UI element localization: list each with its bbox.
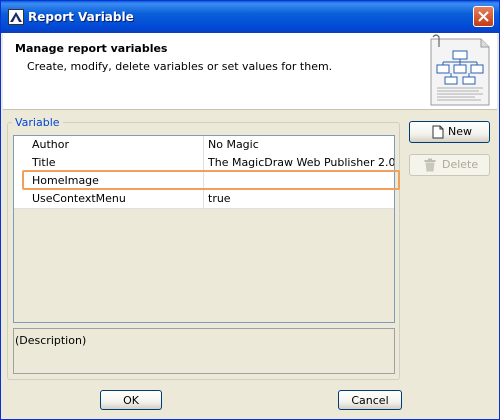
window-title: Report Variable <box>28 10 134 24</box>
variable-table[interactable]: Author No Magic Title The MagicDraw Web … <box>13 135 395 323</box>
title-bar[interactable]: Report Variable <box>1 1 499 33</box>
close-icon <box>478 11 489 22</box>
cancel-button[interactable]: Cancel <box>338 390 402 410</box>
app-icon <box>8 9 24 25</box>
description-panel: (Description) <box>13 328 395 374</box>
header-panel: Manage report variables Create, modify, … <box>3 33 497 110</box>
description-text: (Description) <box>15 334 87 347</box>
variable-name-cell[interactable]: Author <box>14 136 204 154</box>
header-description: Create, modify, delete variables or set … <box>27 60 333 73</box>
ok-button-label: OK <box>123 394 139 407</box>
variable-value-cell[interactable]: No Magic <box>205 136 394 154</box>
variable-value-cell[interactable]: true <box>205 190 394 208</box>
variable-group-label: Variable <box>12 116 63 129</box>
delete-button-label: Delete <box>442 158 479 171</box>
new-button[interactable]: New <box>409 121 490 143</box>
trash-icon <box>424 158 436 172</box>
new-document-icon <box>432 125 444 139</box>
report-variable-dialog: Report Variable Manage report variables … <box>0 0 500 420</box>
header-title: Manage report variables <box>15 42 168 55</box>
selected-row-highlight <box>22 170 400 190</box>
report-document-icon <box>430 34 490 106</box>
variable-name-cell[interactable]: UseContextMenu <box>14 190 204 208</box>
new-button-label: New <box>448 125 472 138</box>
delete-button[interactable]: Delete <box>409 154 490 176</box>
ok-button[interactable]: OK <box>100 390 162 410</box>
table-row[interactable]: UseContextMenu true <box>14 190 394 209</box>
table-row[interactable]: Author No Magic <box>14 136 394 155</box>
close-button[interactable] <box>473 6 494 27</box>
cancel-button-label: Cancel <box>351 394 389 407</box>
